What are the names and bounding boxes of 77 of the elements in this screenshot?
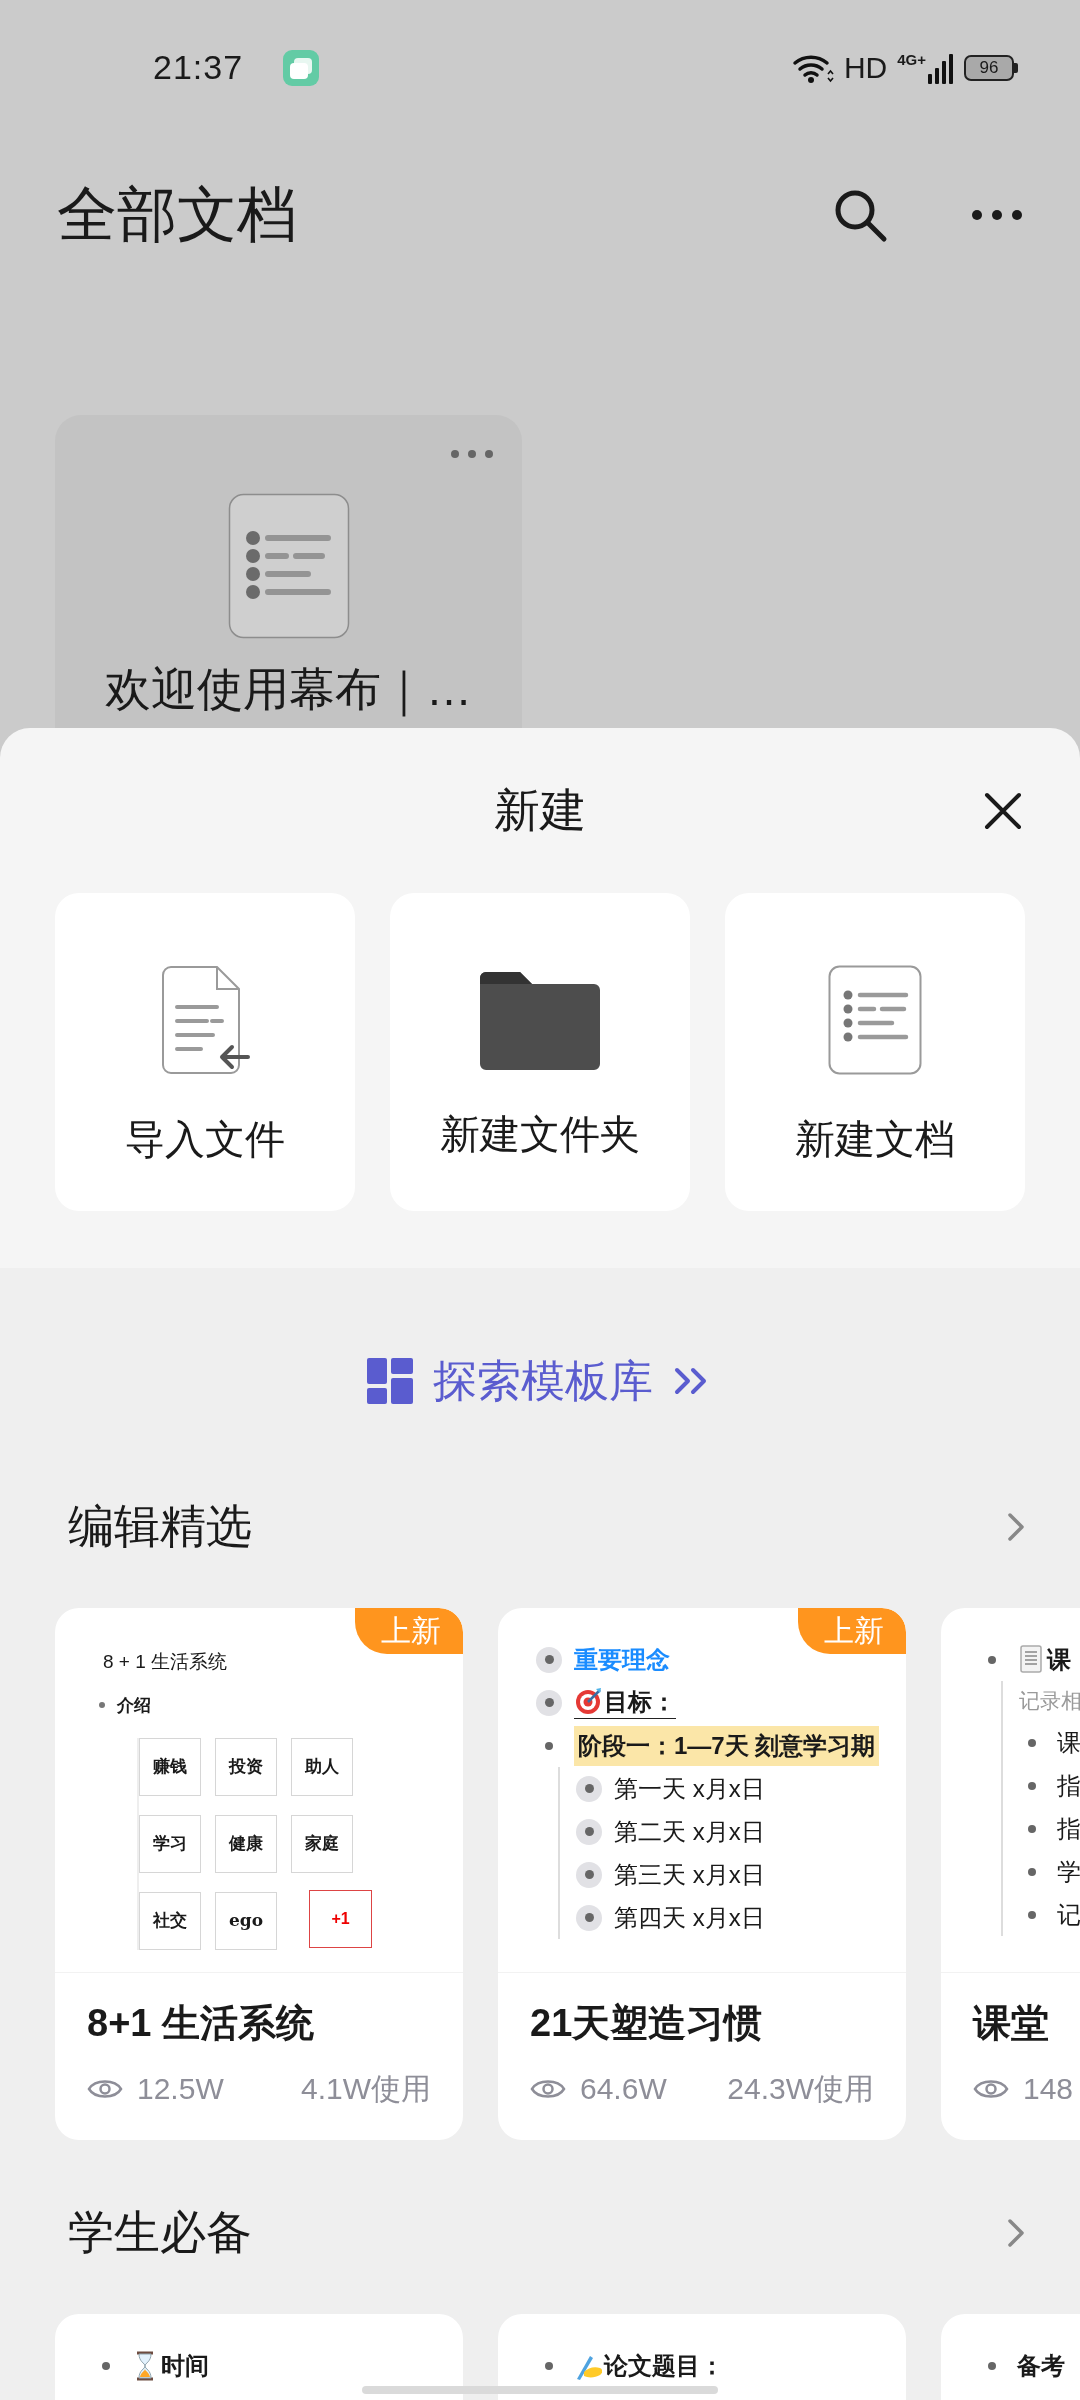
section-title: 编辑精选 [68,1499,252,1554]
preview-tag: +1 [309,1890,372,1948]
collapsed-bullet-icon[interactable] [576,1861,602,1888]
network-type: HD [843,50,888,86]
preview-text: 重要理念 [574,1644,670,1675]
close-icon[interactable] [984,791,1022,830]
document-card[interactable]: 欢迎使用幕布｜… [55,415,522,728]
preview-text: 阶段一：1—7天 刻意学习期 [574,1725,880,1766]
more-icon[interactable] [971,209,1023,221]
template-card[interactable]: 重要理念 目标： 阶段一：1—7天 刻意学习期 第一天 x月x日 第二天 x月x日 第三天 x月x日 第四天 x月x日 上新 21天塑造习惯 64.6W 24.3W使用 [498,1608,906,2140]
template-title: 21天塑造习惯 [529,2001,764,2046]
preview-text: 记 [1057,1899,1080,1930]
template-card[interactable]: 时间 [55,2314,463,2400]
collapsed-bullet-icon[interactable] [536,1689,562,1716]
preview-text: 目标： [604,1687,676,1717]
preview-tag: 投资 [215,1738,277,1796]
explore-templates-link[interactable]: 探索模板库 [367,1352,713,1410]
chevron-right-icon[interactable] [1007,1511,1025,1542]
template-title: 8+1 生活系统 [86,2001,316,2046]
cellular-type: 4G+ [897,51,926,67]
folder-icon [480,970,600,1070]
preview-text: 时间 [161,2350,209,2381]
chevron-right-icon[interactable] [1007,2217,1025,2248]
preview-text: 课 [1057,1727,1080,1758]
template-card[interactable]: 课 记录相 课 指 指 学 记 课堂 148 [941,1608,1080,2140]
preview-tag: 社交 [139,1892,201,1950]
preview-text: 第四天 x月x日 [614,1902,765,1933]
grid-icon [367,1358,413,1404]
preview-note: 记录相 [1019,1688,1080,1715]
preview-text: 第二天 x月x日 [614,1816,765,1847]
new-item-button[interactable]: 导入文件 [55,893,355,1211]
template-card[interactable]: 备考 [941,2314,1080,2400]
document-icon [227,493,350,639]
new-badge: 上新 [798,1608,906,1654]
app-notification-icon [283,49,320,86]
preview-tag: 家庭 [291,1815,353,1873]
signal-icon [928,51,954,84]
collapsed-bullet-icon[interactable] [576,1904,602,1931]
preview-tag: 赚钱 [139,1738,201,1796]
preview-text: 指 [1057,1813,1080,1844]
new-badge: 上新 [355,1608,463,1654]
preview-text: 第一天 x月x日 [614,1773,765,1804]
document-icon [828,965,922,1075]
new-item-button[interactable]: 新建文档 [725,893,1025,1211]
preview-text: 学 [1057,1856,1080,1887]
preview-text: 论文题目： [604,2350,724,2381]
preview-text: 课 [1047,1644,1071,1675]
view-count: 64.6W [580,2071,667,2107]
collapsed-bullet-icon[interactable] [536,1646,562,1673]
template-card[interactable]: 8 + 1 生活系统 介绍 赚钱 投资 助人 学习 健康 家庭 社交 ego +1 上新 8+1 生活系统 12.5W 4.1W使用 [55,1608,463,2140]
collapsed-bullet-icon[interactable] [576,1775,602,1802]
template-card[interactable]: 论文题目： [498,2314,906,2400]
template-title: 课堂 [971,2001,1050,2046]
scroll-icon [1017,1643,1045,1676]
preview-text: 指 [1057,1770,1080,1801]
battery-indicator: 96 [964,54,1014,81]
preview-text: 备考 [1017,2350,1065,2381]
use-count: 4.1W使用 [300,2071,431,2107]
preview-tag: 助人 [291,1738,353,1796]
preview-tag: 学习 [139,1815,201,1873]
collapsed-bullet-icon[interactable] [576,1818,602,1845]
preview-tag: ego [215,1892,277,1950]
page-title: 全部文档 [57,180,297,250]
preview-heading: 8 + 1 生活系统 [103,1650,228,1674]
section-title: 学生必备 [68,2205,252,2260]
use-count: 24.3W使用 [727,2071,874,2107]
status-time: 21:37 [153,47,244,88]
new-item-button[interactable]: 新建文件夹 [390,893,690,1211]
view-count: 12.5W [137,2071,224,2107]
preview-text: 第三天 x月x日 [614,1859,765,1890]
sheet-title: 新建 [494,783,586,838]
view-count: 148 [1023,2071,1074,2107]
preview-text: 介绍 [117,1694,151,1717]
preview-tag: 健康 [215,1815,277,1873]
file-import-icon [160,965,250,1075]
document-title: 欢迎使用幕布｜… [105,662,472,719]
bullet-icon [99,1702,105,1709]
